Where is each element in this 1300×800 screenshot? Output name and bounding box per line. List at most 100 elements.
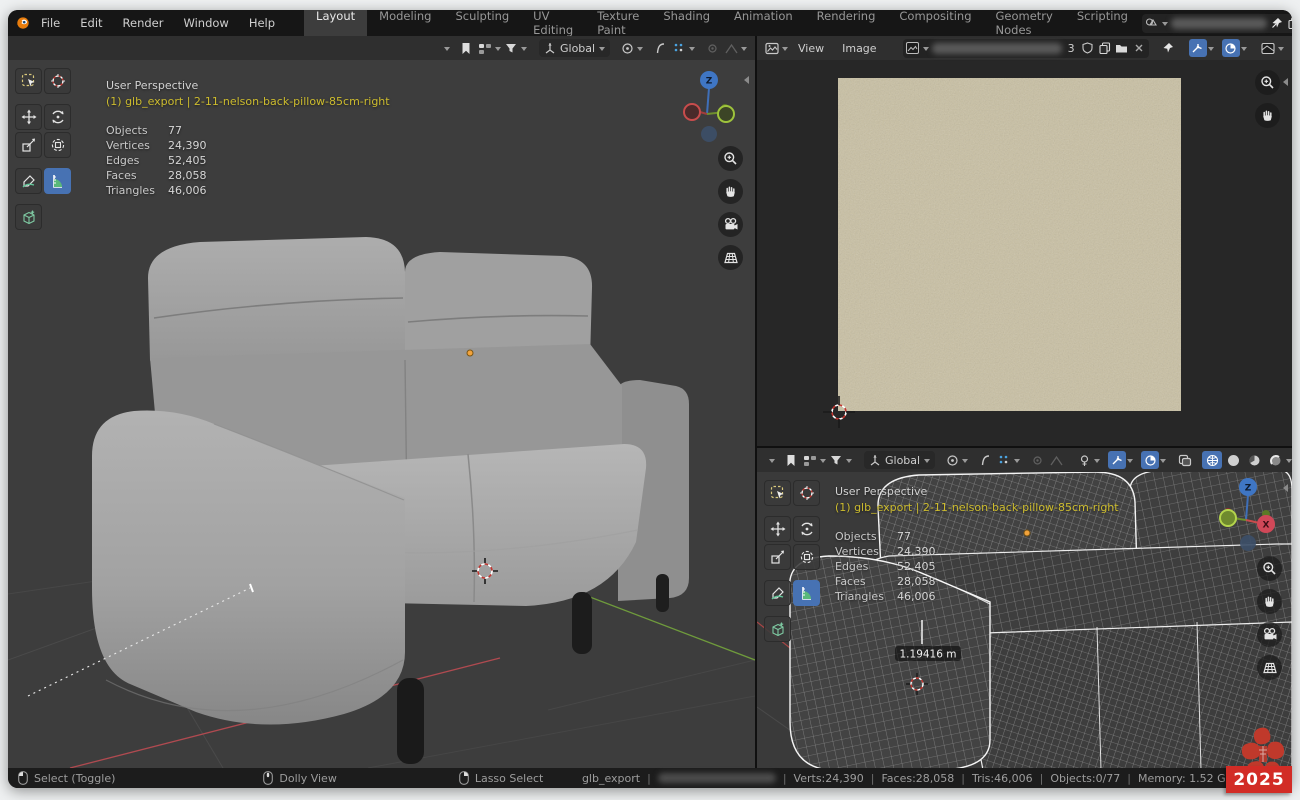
uv-snap-icon[interactable] bbox=[1189, 39, 1207, 57]
fake-user-shield-icon[interactable] bbox=[1081, 41, 1095, 55]
image-editor-menu-image[interactable]: Image bbox=[834, 40, 884, 57]
wire-shading-wireframe-icon[interactable] bbox=[1202, 451, 1222, 469]
proportional-connected-icon[interactable] bbox=[703, 39, 721, 57]
image-region-collapse-icon[interactable] bbox=[1279, 78, 1288, 86]
wire-falloff-curve-icon[interactable] bbox=[1047, 451, 1065, 469]
menu-render[interactable]: Render bbox=[114, 13, 173, 33]
scene-icon[interactable] bbox=[1145, 16, 1159, 30]
tool-cursor[interactable] bbox=[44, 68, 71, 94]
scene-selector[interactable] bbox=[1142, 14, 1292, 33]
open-folder-icon[interactable] bbox=[1115, 41, 1129, 55]
wire-region-collapse-icon[interactable] bbox=[1279, 484, 1288, 492]
wire-bookmark-icon[interactable] bbox=[782, 451, 800, 469]
wire-filter-icon[interactable] bbox=[827, 451, 845, 469]
image-editor-menu-view[interactable]: View bbox=[790, 40, 832, 57]
image-datablock-selector[interactable]: 3 bbox=[903, 39, 1149, 58]
image-pin-icon[interactable] bbox=[1159, 39, 1177, 57]
wire-tool-move[interactable] bbox=[764, 516, 791, 542]
wire-shading-material-icon[interactable] bbox=[1244, 451, 1264, 469]
image-users-count[interactable]: 3 bbox=[1065, 42, 1078, 55]
wire-shading-solid-icon[interactable] bbox=[1223, 451, 1243, 469]
new-copy-icon[interactable] bbox=[1287, 16, 1292, 30]
tool-add-cube[interactable] bbox=[15, 204, 42, 230]
toggle-perspective-button[interactable] bbox=[718, 245, 743, 270]
wire-collections-icon[interactable] bbox=[801, 451, 819, 469]
snap-target-icon[interactable] bbox=[618, 39, 636, 57]
wire-snap-target-icon[interactable] bbox=[943, 451, 961, 469]
tool-annotate[interactable] bbox=[15, 168, 42, 194]
falloff-dropdown-icon[interactable] bbox=[741, 47, 747, 54]
zoom-in-button[interactable] bbox=[718, 146, 743, 171]
wire-tool-annotate[interactable] bbox=[764, 580, 791, 606]
pan-hand-button[interactable] bbox=[718, 179, 743, 204]
blender-logo-icon[interactable] bbox=[16, 16, 30, 30]
pin-icon[interactable] bbox=[1270, 16, 1284, 30]
uv-overlay-dropdown-icon[interactable] bbox=[1241, 47, 1247, 54]
wire-connected-icon[interactable] bbox=[1028, 451, 1046, 469]
tool-move[interactable] bbox=[15, 104, 42, 130]
wire-toggle-perspective-button[interactable] bbox=[1257, 655, 1282, 680]
transform-orientation-dropdown[interactable]: Global bbox=[539, 39, 610, 57]
channels-dropdown-icon[interactable] bbox=[1278, 47, 1284, 54]
tool-transform[interactable] bbox=[44, 132, 71, 158]
unlink-image-icon[interactable] bbox=[1132, 41, 1146, 55]
wire-pivot-icon[interactable] bbox=[1075, 451, 1093, 469]
wire-tool-add-cube[interactable] bbox=[764, 616, 791, 642]
texture-image[interactable] bbox=[838, 78, 1181, 411]
navigation-gizmo[interactable]: Z bbox=[681, 68, 737, 148]
menu-window[interactable]: Window bbox=[174, 13, 237, 33]
scene-name-redacted[interactable] bbox=[1171, 18, 1267, 29]
wire-tool-select-box[interactable] bbox=[764, 480, 791, 506]
wire-snap-toggle-icon[interactable] bbox=[1108, 451, 1126, 469]
falloff-curve-icon[interactable] bbox=[722, 39, 740, 57]
region-collapse-icon[interactable] bbox=[740, 76, 749, 84]
tool-select-box[interactable] bbox=[15, 68, 42, 94]
wire-tool-rotate[interactable] bbox=[793, 516, 820, 542]
image-zoom-button[interactable] bbox=[1255, 70, 1280, 95]
proportional-edit-icon[interactable] bbox=[651, 39, 669, 57]
display-channels-icon[interactable] bbox=[1259, 39, 1277, 57]
wire-tool-transform[interactable] bbox=[793, 544, 820, 570]
image-name-redacted[interactable] bbox=[932, 43, 1062, 54]
wire-tool-measure[interactable] bbox=[793, 580, 820, 606]
proportional-falloff-icon[interactable] bbox=[670, 39, 688, 57]
wire-proportional-edit-icon[interactable] bbox=[976, 451, 994, 469]
bookmark-icon[interactable] bbox=[457, 39, 475, 57]
filter-icon[interactable] bbox=[502, 39, 520, 57]
viewport-3d-main[interactable]: Global bbox=[8, 36, 755, 768]
image-pan-button[interactable] bbox=[1255, 103, 1280, 128]
filter-dropdown-icon[interactable] bbox=[521, 47, 527, 54]
image-dropdown-icon[interactable] bbox=[923, 47, 929, 54]
wire-shading-rendered-icon[interactable] bbox=[1265, 451, 1285, 469]
mode-dropdown-icon[interactable] bbox=[438, 39, 456, 57]
tool-rotate[interactable] bbox=[44, 104, 71, 130]
uv-snap-dropdown-icon[interactable] bbox=[1208, 47, 1214, 54]
menu-file[interactable]: File bbox=[32, 13, 69, 33]
copy-datablock-icon[interactable] bbox=[1098, 41, 1112, 55]
wire-pan-hand-button[interactable] bbox=[1257, 589, 1282, 614]
editor-type-icon[interactable] bbox=[763, 39, 781, 57]
wire-orientation-dropdown[interactable]: Global bbox=[864, 451, 935, 469]
collections-icon[interactable] bbox=[476, 39, 494, 57]
tool-measure[interactable] bbox=[44, 168, 71, 194]
editor-type-dropdown-icon[interactable] bbox=[782, 47, 788, 54]
image-editor[interactable]: View Image 3 bbox=[757, 36, 1292, 446]
wire-mode-dropdown-icon[interactable] bbox=[763, 451, 781, 469]
wire-tool-scale[interactable] bbox=[764, 544, 791, 570]
wire-tool-cursor[interactable] bbox=[793, 480, 820, 506]
scene-dropdown-icon[interactable] bbox=[1162, 22, 1168, 29]
viewport-3d-wireframe[interactable]: Global bbox=[757, 448, 1292, 768]
image-icon[interactable] bbox=[906, 41, 920, 55]
wire-proportional-falloff-icon[interactable] bbox=[995, 451, 1013, 469]
uv-overlay-icon[interactable] bbox=[1222, 39, 1240, 57]
menu-help[interactable]: Help bbox=[240, 13, 284, 33]
tool-scale[interactable] bbox=[15, 132, 42, 158]
wire-xray-toggle-icon[interactable] bbox=[1176, 451, 1194, 469]
menu-edit[interactable]: Edit bbox=[71, 13, 111, 33]
camera-view-button[interactable] bbox=[718, 212, 743, 237]
proportional-dropdown-icon[interactable] bbox=[689, 47, 695, 54]
wire-overlays-toggle-icon[interactable] bbox=[1141, 451, 1159, 469]
snap-dropdown-icon[interactable] bbox=[637, 47, 643, 54]
wire-zoom-in-button[interactable] bbox=[1257, 556, 1282, 581]
wire-camera-view-button[interactable] bbox=[1257, 622, 1282, 647]
